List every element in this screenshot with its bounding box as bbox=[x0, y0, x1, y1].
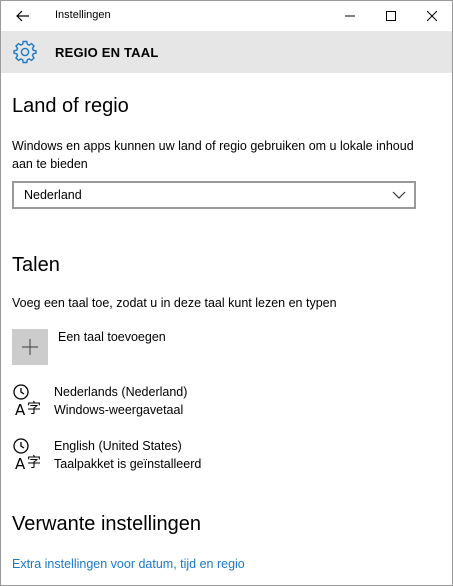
country-region-selected: Nederland bbox=[24, 188, 82, 202]
gear-icon bbox=[13, 40, 37, 64]
region-description: Windows en apps kunnen uw land of regio … bbox=[12, 139, 414, 171]
language-status: Taalpakket is geïnstalleerd bbox=[54, 457, 202, 471]
language-name: English (United States) bbox=[54, 439, 182, 453]
close-button[interactable] bbox=[409, 1, 452, 31]
svg-text:字: 字 bbox=[27, 455, 41, 471]
maximize-button[interactable] bbox=[368, 1, 413, 31]
languages-description: Voeg een taal toe, zodat u in deze taal … bbox=[12, 296, 337, 310]
region-heading: Land of regio bbox=[12, 95, 129, 117]
language-icon: A 字 bbox=[13, 438, 41, 473]
related-settings-heading: Verwante instellingen bbox=[12, 513, 202, 535]
page-header: REGIO EN TAAL bbox=[1, 31, 452, 73]
title-bar: Instellingen bbox=[1, 1, 452, 31]
svg-text:字: 字 bbox=[27, 401, 41, 417]
svg-text:A: A bbox=[15, 401, 26, 419]
maximize-icon bbox=[385, 11, 396, 21]
main-content: Land of regio Windows en apps kunnen uw … bbox=[1, 73, 452, 585]
settings-window: Instellingen REGIO EN TAAL Land of regio… bbox=[0, 0, 453, 586]
page-title: REGIO EN TAAL bbox=[55, 45, 159, 60]
close-icon bbox=[426, 11, 437, 21]
country-region-dropdown[interactable]: Nederland bbox=[12, 181, 416, 209]
language-icon: A 字 bbox=[13, 384, 41, 419]
svg-text:A: A bbox=[15, 455, 26, 473]
add-language-button[interactable] bbox=[12, 329, 48, 365]
language-status: Windows-weergavetaal bbox=[54, 403, 184, 417]
back-arrow-icon bbox=[16, 10, 29, 22]
back-button[interactable] bbox=[1, 1, 45, 31]
add-language-label[interactable]: Een taal toevoegen bbox=[58, 330, 166, 344]
date-time-region-link[interactable]: Extra instellingen voor datum, tijd en r… bbox=[12, 557, 245, 571]
window-title: Instellingen bbox=[55, 9, 111, 21]
chevron-down-icon bbox=[392, 191, 406, 199]
minimize-icon bbox=[344, 15, 355, 17]
languages-heading: Talen bbox=[12, 254, 60, 276]
language-name: Nederlands (Nederland) bbox=[54, 385, 188, 399]
minimize-button[interactable] bbox=[327, 1, 372, 31]
plus-icon bbox=[22, 339, 38, 355]
